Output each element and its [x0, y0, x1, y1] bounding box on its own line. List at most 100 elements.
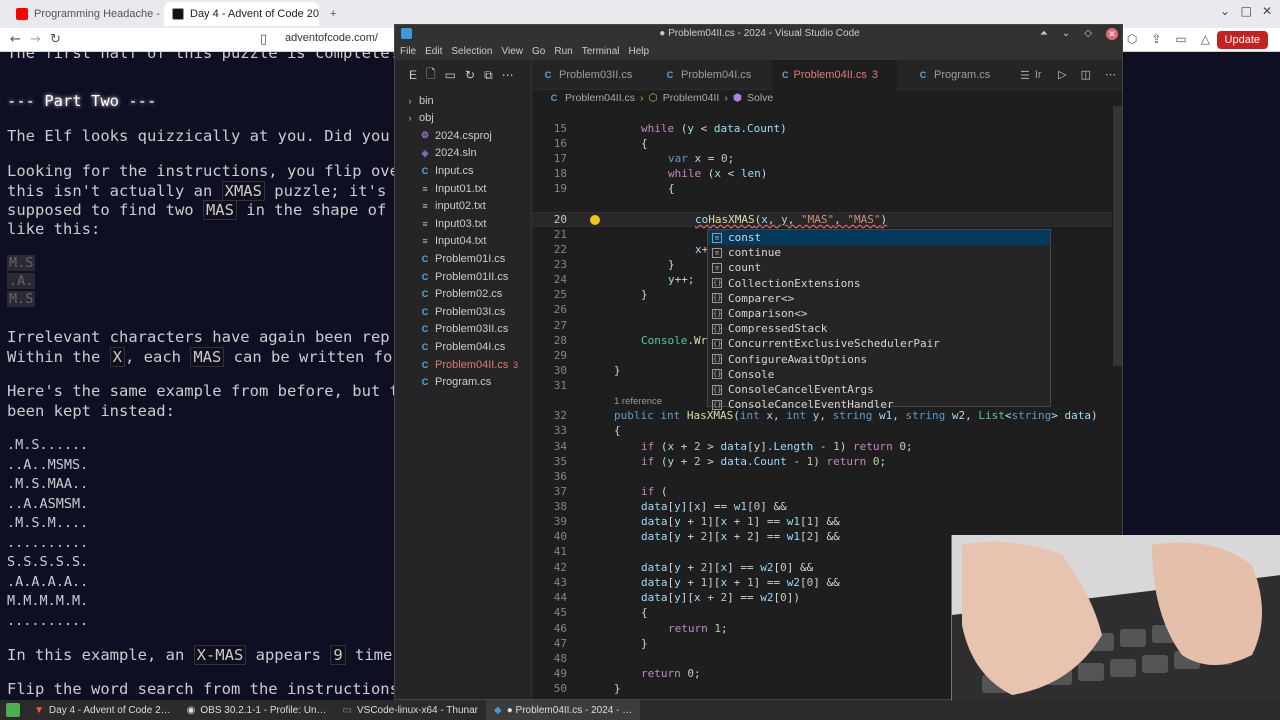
breadcrumb-file[interactable]: Problem04II.cs — [565, 92, 635, 104]
maximize-icon[interactable]: □ — [1241, 4, 1252, 18]
menu-terminal[interactable]: Terminal — [582, 43, 620, 60]
update-button[interactable]: Update — [1216, 31, 1268, 49]
file-item[interactable]: ≡ Input01.txt — [395, 180, 532, 197]
code-line: 19{ — [553, 182, 675, 195]
file-item[interactable]: ◈ 2024.sln — [395, 145, 532, 162]
taskbar-item-browser[interactable]: ▼ Day 4 - Advent of Code 2… — [26, 700, 179, 720]
code-line: 39 data[y + 1][x + 1] == w1[1] && — [553, 515, 840, 528]
taskbar-item-obs[interactable]: ◉ OBS 30.2.1-1 - Profile: Un… — [179, 700, 335, 720]
file-item[interactable]: ⚙ 2024.csproj — [395, 127, 532, 144]
extensions-icon[interactable]: ⬡ — [1127, 32, 1137, 46]
wallet-icon[interactable]: ▭ — [1175, 32, 1186, 46]
menu-help[interactable]: Help — [629, 43, 650, 60]
example-grid-row: M.M.M.M.M. — [7, 593, 89, 609]
more-actions-icon[interactable]: ⋯ — [1105, 68, 1116, 81]
file-item[interactable]: C Problem02.cs — [395, 286, 532, 303]
suggestion-item[interactable]: {} CompressedStack — [708, 321, 1050, 336]
new-tab-button[interactable]: + — [322, 2, 342, 26]
suggestion-label: ConfigureAwaitOptions — [728, 352, 868, 366]
suggestion-item[interactable]: {} Comparer<> — [708, 291, 1050, 306]
url-field[interactable]: adventofcode.com/ — [285, 32, 378, 44]
vscode-titlebar: ● Problem04II.cs - 2024 - Visual Studio … — [395, 25, 1122, 43]
menu-view[interactable]: View — [502, 43, 524, 60]
menu-selection[interactable]: Selection — [451, 43, 492, 60]
refresh-icon[interactable]: ↻ — [465, 68, 475, 82]
chevron-right-icon: › — [408, 95, 412, 106]
browser-tab-aoc[interactable]: Day 4 - Advent of Code 2024 ✕ — [164, 2, 319, 26]
class-icon: {} — [712, 354, 722, 365]
file-item[interactable]: C Problem03I.cs — [395, 303, 532, 320]
aoc-favicon-icon — [172, 8, 184, 20]
suggestion-item[interactable]: {} ConsoleCancelEventArgs — [708, 382, 1050, 397]
tab-problem04i[interactable]: C Problem04I.cs — [654, 60, 761, 90]
scrollbar-thumb[interactable] — [1113, 106, 1122, 366]
suggestion-item[interactable]: {} CollectionExtensions — [708, 276, 1050, 291]
bookmark-icon[interactable]: ▯ — [260, 32, 267, 47]
reload-icon[interactable]: ↻ — [50, 32, 61, 47]
small-grid-row: M.S — [7, 291, 36, 307]
file-item[interactable]: C Input.cs — [395, 162, 532, 179]
new-file-icon[interactable]: 🗋 — [426, 65, 436, 86]
run-icon[interactable]: ▷ — [1058, 68, 1066, 81]
csharp-file-icon: C — [666, 70, 674, 80]
file-item[interactable]: C Program.cs — [395, 374, 532, 391]
menu-run[interactable]: Run — [554, 43, 572, 60]
file-name: Input04.txt — [435, 235, 487, 248]
file-item[interactable]: ≡ Input03.txt — [395, 215, 532, 232]
file-item[interactable]: › obj — [395, 110, 532, 127]
collapse-all-icon[interactable]: ⧉ — [484, 68, 493, 83]
class-icon: {} — [712, 308, 722, 319]
keyword-icon: ≡ — [712, 232, 722, 243]
minimize-icon[interactable]: ⌄ — [1220, 4, 1230, 18]
new-folder-icon[interactable]: ▭ — [445, 68, 456, 82]
forward-icon[interactable]: → — [30, 32, 41, 47]
file-item[interactable]: ≡ Input04.txt — [395, 233, 532, 250]
maximize-icon[interactable]: ◇ — [1084, 25, 1092, 43]
close-window-icon[interactable]: ✕ — [1262, 4, 1272, 18]
suggestion-label: count — [728, 261, 762, 275]
suggestion-item[interactable]: {} Console — [708, 367, 1050, 382]
menu-go[interactable]: Go — [532, 43, 545, 60]
tab-problem04ii[interactable]: C Problem04II.cs 3 — [772, 60, 897, 90]
example-grid-row: ..A.ASMSM. — [7, 495, 89, 512]
minimize-icon[interactable]: ⌄ — [1062, 25, 1070, 43]
menu-edit[interactable]: Edit — [425, 43, 442, 60]
more-actions-icon[interactable]: ⋯ — [502, 68, 514, 82]
csharp-file-icon: C — [421, 324, 429, 335]
suggestion-item[interactable]: ≡ const — [708, 230, 1050, 246]
menu-bar: File Edit Selection View Go Run Terminal… — [395, 43, 1122, 60]
tab-program[interactable]: C Program.cs — [907, 60, 1000, 90]
file-item[interactable]: C Problem01I.cs — [395, 250, 532, 267]
taskbar-item-vscode[interactable]: ◆ ● Problem04II.cs - 2024 - … — [486, 700, 641, 720]
example-grid-row: .M.S.MAA.. — [7, 476, 89, 492]
suggestion-item[interactable]: {} ConcurrentExclusiveSchedulerPair — [708, 336, 1050, 351]
codelens-references[interactable]: 1 reference — [614, 396, 662, 407]
breadcrumb-class[interactable]: Problem04II — [663, 92, 720, 104]
file-item[interactable]: C Problem04II.cs 3 — [395, 356, 532, 373]
breadcrumb: C Problem04II.cs › ⬡ Problem04II › ⬢ Sol… — [532, 90, 1122, 106]
suggestion-label: CompressedStack — [728, 322, 828, 336]
breadcrumb-method[interactable]: Solve — [747, 92, 773, 104]
file-item[interactable]: C Problem04I.cs — [395, 338, 532, 355]
suggestion-item[interactable]: ≡ count — [708, 260, 1050, 275]
file-item[interactable]: C Problem01II.cs — [395, 268, 532, 285]
start-menu-icon[interactable] — [6, 703, 20, 717]
file-item[interactable]: C Problem03II.cs — [395, 321, 532, 338]
leo-icon[interactable]: △ — [1201, 32, 1210, 46]
suggestion-item[interactable]: {} Comparison<> — [708, 306, 1050, 321]
taskbar-item-thunar[interactable]: ▭ VSCode-linux-x64 - Thunar — [335, 700, 486, 720]
file-item[interactable]: › bin — [395, 92, 532, 109]
suggestion-item[interactable]: ≡ continue — [708, 245, 1050, 260]
menu-file[interactable]: File — [400, 43, 416, 60]
tab-problem03ii[interactable]: C Problem03II.cs — [532, 60, 642, 90]
browser-tab-youtube[interactable]: Programming Headache - You… — [8, 2, 160, 26]
suggestion-item[interactable]: {} ConfigureAwaitOptions — [708, 352, 1050, 367]
tab-overflow[interactable]: ☰ Ir — [1010, 60, 1052, 90]
back-icon[interactable]: ← — [10, 32, 21, 47]
keep-above-icon[interactable]: ⏶ — [1040, 25, 1048, 43]
suggestion-item[interactable]: {} ConsoleCancelEventHandler — [708, 397, 1050, 412]
close-window-icon[interactable]: ✕ — [1106, 28, 1118, 40]
share-icon[interactable]: ⇪ — [1151, 32, 1161, 46]
split-editor-icon[interactable]: ◫ — [1081, 68, 1091, 81]
file-item[interactable]: ≡ input02.txt — [395, 198, 532, 215]
